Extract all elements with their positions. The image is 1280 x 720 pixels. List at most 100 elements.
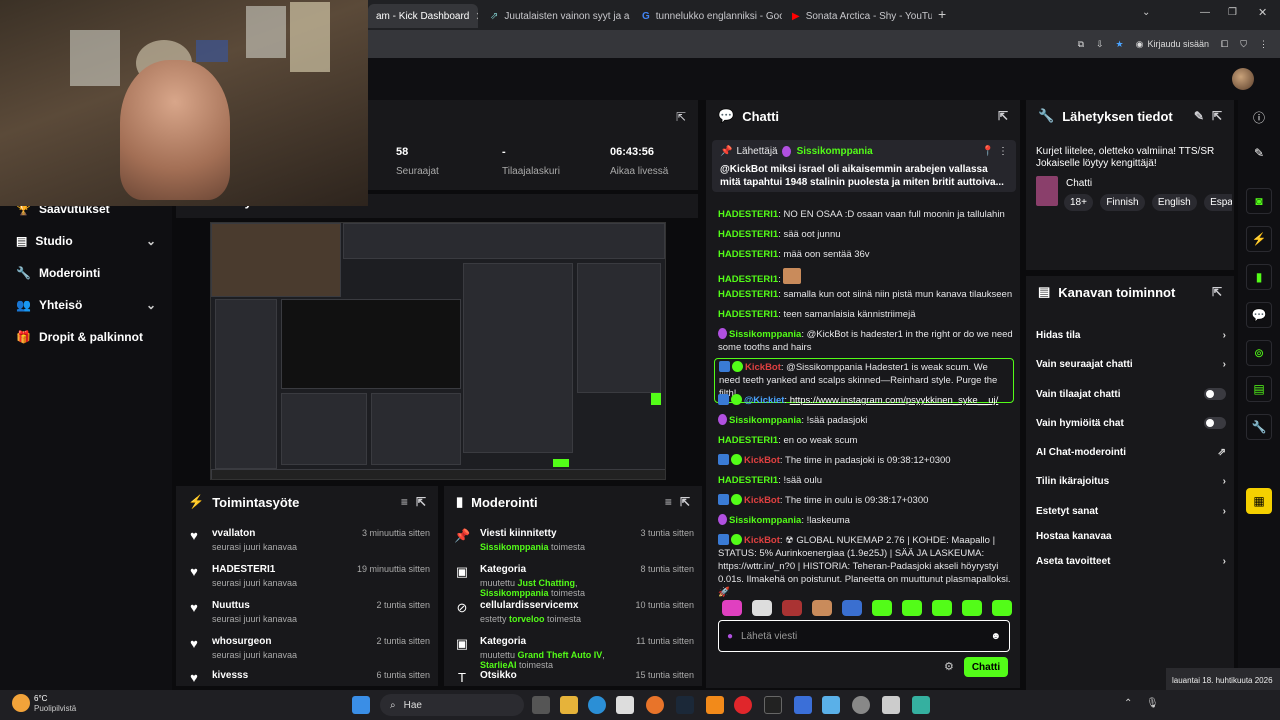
taskbar-search[interactable]: ⌕ Hae [380,694,524,716]
action-emotes-only[interactable]: Vain hymiöitä chat [1036,417,1226,429]
app-icon[interactable] [794,696,812,714]
vlc-icon[interactable] [706,696,724,714]
edit-icon[interactable]: ✎ [1194,109,1204,123]
emoji-icon[interactable]: ☻ [990,631,1001,642]
stream-preview[interactable] [210,222,666,480]
pinned-message[interactable]: 📌 Lähettäjä Sissikomppania 📍 ⋮ @KickBot … [712,140,1016,192]
file-explorer-icon[interactable] [560,696,578,714]
camera-icon[interactable]: ◙ [1246,188,1272,214]
popout-icon[interactable]: ⇱ [416,495,426,509]
popout-icon[interactable]: ⇱ [680,495,690,509]
wrench-icon: 🔧 [1038,108,1055,123]
wrench-icon[interactable]: 🔧 [1246,414,1272,440]
close-icon[interactable]: ✕ [475,10,478,23]
unpin-icon[interactable]: 📍 [982,146,994,157]
tag: English [1151,194,1197,211]
popout-icon[interactable]: ⇱ [1212,109,1222,123]
action-subscribers-only[interactable]: Vain tilaajat chatti [1036,388,1226,400]
minimize-icon[interactable]: — [1200,7,1210,18]
emote-icon[interactable] [962,600,982,616]
toggle-switch[interactable] [1204,417,1226,429]
sidebar-item-drops[interactable]: 🎁 Dropit & palkinnot [16,330,156,344]
weather-icon[interactable] [12,694,30,712]
firefox-icon[interactable] [646,696,664,714]
info-icon[interactable]: ⓘ [1246,104,1272,130]
tray-chevron-icon[interactable]: ⌃ [1124,698,1132,709]
windows-start-icon[interactable] [352,696,370,714]
chat-icon[interactable]: 💬 [1246,302,1272,328]
action-slow-mode[interactable]: Hidas tila › [1036,330,1226,341]
list-item: ▣ Kategoria muutettu Just Chatting, Siss… [454,564,694,598]
shield-icon[interactable]: ⛉ [1240,39,1247,50]
edge-icon[interactable] [588,696,606,714]
login-button[interactable]: ◉ Kirjaudu sisään [1136,39,1209,50]
app-icon[interactable] [822,696,840,714]
emote-icon[interactable] [752,600,772,616]
settings-icon[interactable]: ▤ [1246,376,1272,402]
obs-icon[interactable] [852,696,870,714]
stat-followers: 58 Seuraajat [396,146,439,177]
avatar[interactable] [1232,68,1254,90]
action-followers-only[interactable]: Vain seuraajat chatti › [1036,359,1226,370]
document-icon[interactable]: ▮ [1246,264,1272,290]
emote-icon[interactable] [872,600,892,616]
gear-icon[interactable]: ⚙ [944,660,954,673]
more-icon[interactable]: ⋮ [998,146,1008,157]
chat-link[interactable]: https://www.instagram.com/psyykkinen_syk… [790,395,999,406]
opera-icon[interactable] [734,696,752,714]
store-icon[interactable] [616,696,634,714]
pencil-icon[interactable]: ✎ [1246,140,1272,166]
popout-icon[interactable]: ⇱ [676,110,686,124]
screenshot-icon[interactable]: ⧉ [1078,39,1084,50]
microphone-icon[interactable]: 🎙 [1146,698,1159,709]
tab-youtube[interactable]: ▶ Sonata Arctica - Shy - YouTu ✕ [784,4,932,28]
lightning-icon: ⚡ [188,494,205,509]
extensions-icon[interactable]: ⧠ [1221,39,1228,50]
action-ai-moderation[interactable]: AI Chat-moderointi ⇗ [1036,447,1226,458]
item-time: 3 tuntia sitten [640,528,694,538]
emote-icon[interactable] [842,600,862,616]
star-icon[interactable]: ★ [1116,39,1124,50]
tab-kick-dashboard[interactable]: am - Kick Dashboard ✕ [368,4,478,28]
sidebar-item-community[interactable]: 👥 Yhteisö ⌄ [16,298,156,312]
emote-icon[interactable] [782,600,802,616]
close-window-icon[interactable]: ✕ [1258,6,1267,19]
action-age-restriction[interactable]: Tilin ikärajoitus › [1036,476,1226,487]
app-icon[interactable] [912,696,930,714]
sidebar-item-moderation[interactable]: 🔧 Moderointi [16,266,156,280]
toggle-switch[interactable] [1204,388,1226,400]
browser-toolbar: ⧉ ⇩ ★ ◉ Kirjaudu sisään ⧠ ⛉ ⋮ [368,30,1280,58]
emote-icon[interactable] [722,600,742,616]
filter-icon[interactable]: ≡ [401,495,408,509]
action-set-goals[interactable]: Aseta tavoitteet › [1036,556,1226,567]
chat-input[interactable]: ● Lähetä viesti ☻ [718,620,1010,652]
chevron-down-icon[interactable]: ⌄ [1142,7,1150,18]
popout-icon[interactable]: ⇱ [1212,285,1222,299]
action-blocked-words[interactable]: Estetyt sanat › [1036,506,1226,517]
filter-icon[interactable]: ≡ [665,495,672,509]
tab-google[interactable]: G tunnelukko englanniksi - Googl ✕ [634,4,782,28]
emote-icon[interactable] [812,600,832,616]
popout-icon[interactable]: ⇱ [998,109,1008,123]
preview-webcam [211,223,341,297]
terminal-icon[interactable] [764,696,782,714]
maximize-icon[interactable]: ❐ [1228,7,1237,18]
new-tab-icon[interactable]: + [938,6,946,22]
lightning-icon[interactable]: ⚡ [1246,226,1272,252]
menu-icon[interactable]: ⋮ [1259,39,1268,50]
emote-icon[interactable] [932,600,952,616]
item-name: Viesti kiinnitetty [480,528,557,539]
action-host-channel[interactable]: Hostaa kanavaa [1036,531,1226,542]
task-view-icon[interactable] [532,696,550,714]
emote-icon[interactable] [902,600,922,616]
sidebar-item-studio[interactable]: ▤ Studio ⌄ [16,234,156,248]
broadcast-icon[interactable]: ⊚ [1246,340,1272,366]
tab-juutalaisten[interactable]: ⇗ Juutalaisten vainon syyt ja aikai ✕ [482,4,630,28]
emote-icon[interactable] [992,600,1012,616]
steam-icon[interactable] [676,696,694,714]
notes-icon[interactable]: ▦ [1246,488,1272,514]
app-icon[interactable] [882,696,900,714]
chat-message: Sissikomppania: !laskeuma [718,514,1014,527]
send-button[interactable]: Chatti [964,657,1008,677]
download-icon[interactable]: ⇩ [1096,39,1104,50]
